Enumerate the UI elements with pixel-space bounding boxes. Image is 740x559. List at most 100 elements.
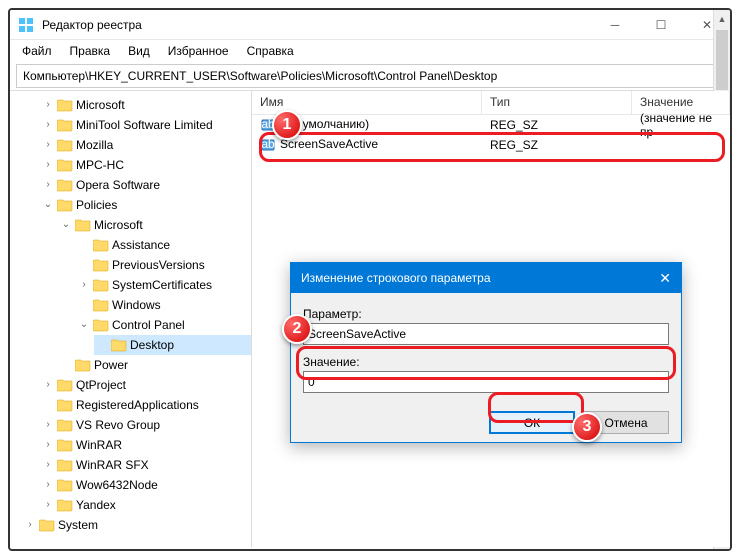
menu-edit[interactable]: Правка bbox=[62, 42, 119, 60]
tree-item[interactable]: ›QtProject bbox=[40, 375, 251, 395]
tree-item[interactable]: › WinRAR SFX bbox=[40, 455, 251, 475]
caret-right-icon[interactable]: › bbox=[42, 96, 54, 114]
tree-item[interactable]: ›Yandex bbox=[40, 495, 251, 515]
address-text: Компьютер\HKEY_CURRENT_USER\Software\Pol… bbox=[23, 69, 497, 83]
tree-item-label: Assistance bbox=[112, 236, 170, 254]
tree-item[interactable]: › Wow6432Node bbox=[40, 475, 251, 495]
caret-right-icon[interactable]: › bbox=[42, 116, 54, 134]
tree-item-label: Wow6432Node bbox=[76, 476, 158, 494]
menu-file[interactable]: Файл bbox=[14, 42, 60, 60]
param-input[interactable] bbox=[303, 323, 669, 345]
caret-right-icon[interactable]: › bbox=[42, 476, 54, 494]
caret-right-icon[interactable]: › bbox=[42, 436, 54, 454]
folder-icon bbox=[57, 418, 73, 432]
tree-item[interactable]: Windows bbox=[76, 295, 251, 315]
tree-item-label: VS Revo Group bbox=[76, 416, 160, 434]
maximize-button[interactable]: ☐ bbox=[638, 10, 684, 39]
col-type[interactable]: Тип bbox=[482, 91, 632, 114]
folder-icon bbox=[57, 158, 73, 172]
caret-right-icon[interactable]: › bbox=[24, 516, 36, 534]
tree-item-label: Desktop bbox=[130, 336, 174, 354]
tree-item[interactable]: ›System bbox=[22, 515, 251, 535]
app-icon bbox=[18, 17, 34, 33]
folder-icon bbox=[57, 98, 73, 112]
tree-item[interactable]: Power bbox=[58, 355, 251, 375]
folder-icon bbox=[57, 478, 73, 492]
tree-item[interactable]: ›SystemCertificates bbox=[76, 275, 251, 295]
tree-item-label: Windows bbox=[112, 296, 161, 314]
folder-icon bbox=[93, 318, 109, 332]
tree-item-label: Microsoft bbox=[94, 216, 143, 234]
tree-item-label: MPC-HC bbox=[76, 156, 124, 174]
folder-icon bbox=[39, 518, 55, 532]
svg-text:ab: ab bbox=[261, 118, 275, 131]
dialog-close-icon[interactable]: ✕ bbox=[659, 270, 671, 287]
svg-text:ab: ab bbox=[261, 138, 275, 151]
tree-item[interactable]: › Microsoft bbox=[40, 95, 251, 115]
tree-item-label: Microsoft bbox=[76, 96, 125, 114]
folder-icon bbox=[93, 278, 109, 292]
folder-icon bbox=[57, 458, 73, 472]
folder-icon bbox=[75, 218, 91, 232]
tree-pane[interactable]: › Microsoft › MiniTool Software Limited›Moz… bbox=[10, 91, 252, 547]
addressbar[interactable]: Компьютер\HKEY_CURRENT_USER\Software\Pol… bbox=[16, 64, 724, 88]
string-value-icon: ab bbox=[260, 117, 276, 133]
folder-icon bbox=[93, 238, 109, 252]
folder-icon bbox=[57, 438, 73, 452]
caret-right-icon[interactable]: › bbox=[42, 136, 54, 154]
tree-item[interactable]: ⌄ Control Panel bbox=[76, 315, 251, 335]
caret-right-icon[interactable]: › bbox=[42, 176, 54, 194]
caret-right-icon[interactable]: › bbox=[42, 416, 54, 434]
tree-item-label: RegisteredApplications bbox=[76, 396, 199, 414]
tree-item[interactable]: Assistance bbox=[76, 235, 251, 255]
tree-item[interactable]: PreviousVersions bbox=[76, 255, 251, 275]
row-value bbox=[632, 144, 730, 146]
folder-icon bbox=[57, 118, 73, 132]
row-name: ScreenSaveActive bbox=[280, 137, 378, 151]
tree-item-label: PreviousVersions bbox=[112, 256, 205, 274]
folder-icon bbox=[93, 298, 109, 312]
tree-item[interactable]: ⌄ Policies bbox=[40, 195, 251, 215]
row-name: (По умолчанию) bbox=[280, 117, 369, 131]
ok-button[interactable]: ОК bbox=[489, 411, 575, 434]
folder-icon bbox=[57, 198, 73, 212]
param-label: Параметр: bbox=[303, 307, 669, 321]
folder-icon bbox=[75, 358, 91, 372]
caret-down-icon[interactable]: ⌄ bbox=[60, 216, 72, 234]
tree-item[interactable]: ⌄ Microsoft bbox=[58, 215, 251, 235]
tree-item[interactable]: Desktop bbox=[94, 335, 251, 355]
menu-help[interactable]: Справка bbox=[239, 42, 302, 60]
folder-icon bbox=[57, 498, 73, 512]
tree-item-label: Control Panel bbox=[112, 316, 185, 334]
minimize-button[interactable]: ─ bbox=[592, 10, 638, 39]
caret-right-icon[interactable]: › bbox=[42, 156, 54, 174]
menu-view[interactable]: Вид bbox=[120, 42, 158, 60]
tree-item[interactable]: RegisteredApplications bbox=[40, 395, 251, 415]
tree-item[interactable]: ›Opera Software bbox=[40, 175, 251, 195]
list-row[interactable]: ab(По умолчанию)REG_SZ(значение не пр bbox=[252, 115, 730, 135]
tree-item-label: MiniTool Software Limited bbox=[76, 116, 213, 134]
caret-right-icon[interactable]: › bbox=[78, 276, 90, 294]
row-type: REG_SZ bbox=[482, 137, 632, 153]
caret-right-icon[interactable]: › bbox=[42, 376, 54, 394]
tree-item[interactable]: › MPC-HC bbox=[40, 155, 251, 175]
cancel-button[interactable]: Отмена bbox=[583, 411, 669, 434]
folder-icon bbox=[57, 178, 73, 192]
window-title: Редактор реестра bbox=[42, 18, 592, 32]
row-value: (значение не пр bbox=[632, 110, 730, 140]
col-name[interactable]: Имя bbox=[252, 91, 482, 114]
tree-item[interactable]: ›Mozilla bbox=[40, 135, 251, 155]
tree-item-label: Policies bbox=[76, 196, 117, 214]
caret-right-icon[interactable]: › bbox=[42, 496, 54, 514]
folder-icon bbox=[57, 398, 73, 412]
caret-down-icon[interactable]: ⌄ bbox=[78, 316, 90, 334]
tree-item[interactable]: ›WinRAR bbox=[40, 435, 251, 455]
tree-item-label: WinRAR SFX bbox=[76, 456, 149, 474]
tree-item[interactable]: › VS Revo Group bbox=[40, 415, 251, 435]
value-input[interactable] bbox=[303, 371, 669, 393]
caret-down-icon[interactable]: ⌄ bbox=[42, 196, 54, 214]
caret-right-icon[interactable]: › bbox=[42, 456, 54, 474]
tree-item[interactable]: › MiniTool Software Limited bbox=[40, 115, 251, 135]
menubar: Файл Правка Вид Избранное Справка bbox=[10, 40, 730, 62]
menu-favorites[interactable]: Избранное bbox=[160, 42, 237, 60]
